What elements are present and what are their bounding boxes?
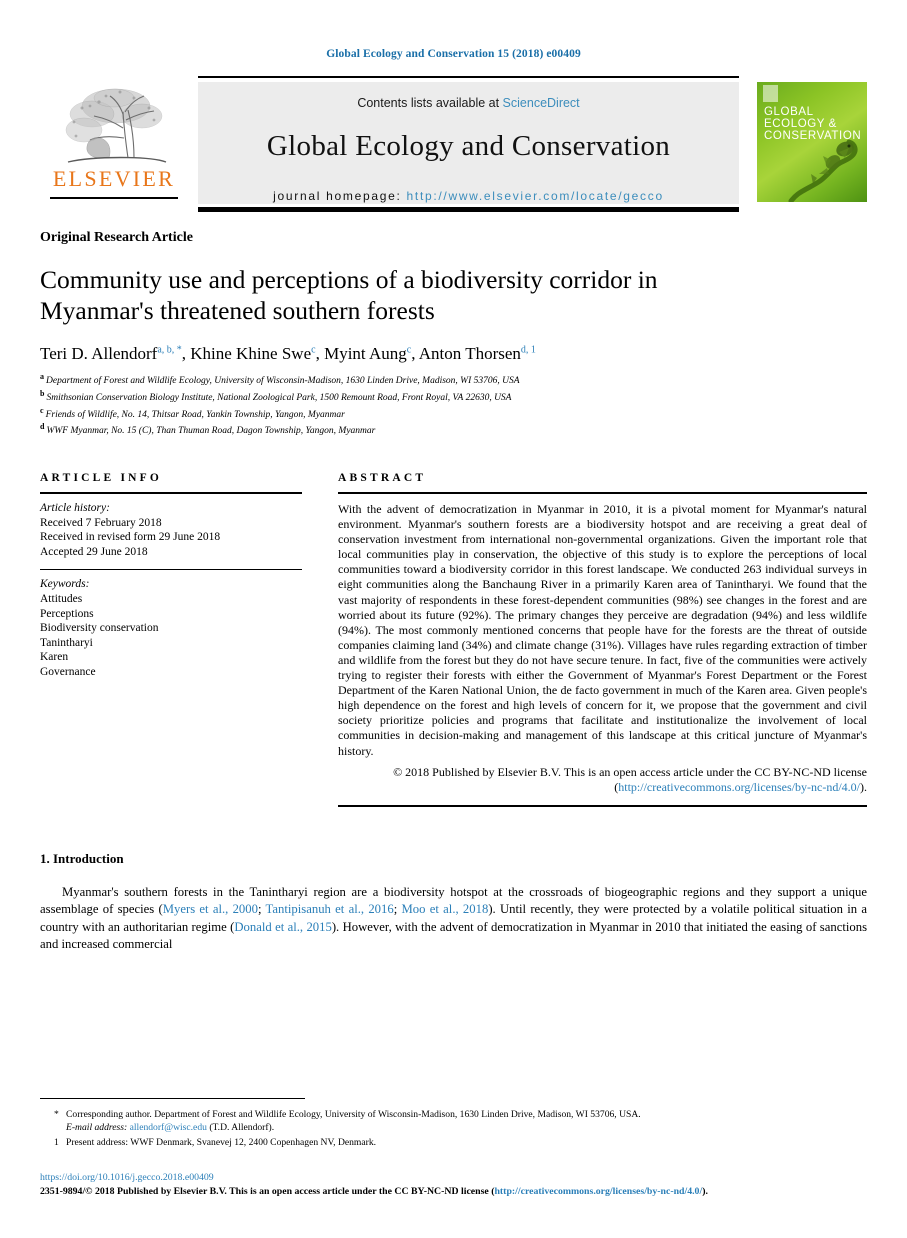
citation-link-donald[interactable]: Donald et al., 2015	[234, 920, 331, 934]
citation-link-moo[interactable]: Moo et al., 2018	[402, 902, 489, 916]
masthead-top-rule	[198, 76, 739, 78]
section-heading-introduction: 1. Introduction	[40, 850, 124, 866]
email-suffix: (T.D. Allendorf).	[209, 1121, 275, 1133]
contents-lists-line: Contents lists available at ScienceDirec…	[198, 82, 739, 110]
page-title: Community use and perceptions of a biodi…	[40, 265, 658, 325]
abstract-bottom-rule	[338, 804, 867, 807]
affiliation-text: WWF Myanmar, No. 15 (C), Than Thuman Roa…	[46, 426, 376, 437]
history-item: Received in revised form 29 June 2018	[40, 531, 221, 544]
affiliation-item: b Smithsonian Conservation Biology Instit…	[40, 388, 867, 405]
journal-cover-thumbnail: GLOBAL ECOLOGY & CONSERVATION	[757, 82, 867, 202]
footnote-present-address: 1 Present address: WWF Denmark, Svanevej…	[54, 1136, 867, 1149]
lizard-icon	[788, 139, 858, 202]
citation-link-tantipisanuh[interactable]: Tantipisanuh et al., 2016	[266, 902, 394, 916]
abstract-heading: ABSTRACT	[338, 472, 427, 484]
footnote-marker: *	[54, 1108, 59, 1120]
journal-title: Global Ecology and Conservation	[266, 130, 671, 162]
keyword-item: Tanintharyi	[40, 636, 93, 649]
keywords-block: Keywords: Attitudes Perceptions Biodiver…	[40, 570, 302, 679]
article-history-block: Article history: Received 7 February 201…	[40, 494, 302, 569]
author-affiliation-marks: a, b, *	[157, 344, 182, 356]
keyword-item: Attitudes	[40, 592, 83, 605]
author-list: Teri D. Allendorfa, b, *, Khine Khine Sw…	[40, 344, 536, 363]
keyword-item: Biodiversity conservation	[40, 622, 159, 635]
article-info-column: ARTICLE INFO Article history: Received 7…	[40, 472, 302, 807]
author-affiliation-marks: c	[406, 344, 412, 356]
author-name: Teri D. Allendorf	[40, 344, 158, 363]
affiliation-list: a Department of Forest and Wildlife Ecolo…	[40, 371, 867, 438]
affiliation-text: Friends of Wildlife, No. 14, Thitsar Roa…	[45, 409, 345, 420]
cc-license-link-footer[interactable]: http://creativecommons.org/licenses/by-n…	[494, 1186, 702, 1197]
history-item: Received 7 February 2018	[40, 516, 162, 529]
affiliation-item: a Department of Forest and Wildlife Ecolo…	[40, 371, 867, 388]
issn-copyright-line: 2351-9894/© 2018 Published by Elsevier B…	[40, 1185, 867, 1198]
imprint-block: https://doi.org/10.1016/j.gecco.2018.e00…	[40, 1171, 867, 1198]
footnote-text: Present address: WWF Denmark, Svanevej 1…	[66, 1136, 377, 1148]
author-name: Anton Thorsen	[418, 344, 521, 363]
article-type-label: Original Research Article	[40, 230, 193, 245]
elsevier-underline	[50, 197, 178, 199]
author-name: Khine Khine Swe	[190, 344, 312, 363]
masthead-bottom-rule	[198, 207, 739, 212]
author-affiliation-marks: d, 1	[520, 344, 536, 356]
journal-homepage-link[interactable]: http://www.elsevier.com/locate/gecco	[407, 189, 664, 203]
journal-header-box: Contents lists available at ScienceDirec…	[198, 82, 739, 204]
article-info-heading: ARTICLE INFO	[40, 472, 163, 484]
keywords-label: Keywords:	[40, 578, 90, 591]
affiliation-mark: c	[40, 405, 44, 415]
copyright-suffix: ).	[860, 779, 867, 794]
affiliation-text: Smithsonian Conservation Biology Institu…	[46, 392, 512, 403]
affiliation-text: Department of Forest and Wildlife Ecolog…	[46, 376, 520, 387]
footnote-corresponding-author: * Corresponding author. Department of Fo…	[54, 1108, 867, 1134]
elsevier-wordmark: ELSEVIER	[52, 166, 176, 191]
history-item: Accepted 29 June 2018	[40, 545, 148, 558]
cover-publisher-mark	[763, 85, 778, 102]
info-abstract-row: ARTICLE INFO Article history: Received 7…	[40, 472, 867, 807]
journal-homepage-line: journal homepage: http://www.elsevier.co…	[198, 189, 739, 203]
issn-suffix: ).	[702, 1185, 708, 1197]
journal-masthead: ELSEVIER Contents lists available at Sci…	[40, 76, 867, 212]
citation-separator: ;	[257, 902, 266, 917]
journal-article-page: Global Ecology and Conservation 15 (2018…	[0, 0, 907, 1238]
affiliation-mark: a	[40, 372, 44, 381]
issn-text: 2351-9894/© 2018 Published by Elsevier B…	[40, 1185, 495, 1197]
affiliation-mark: d	[40, 422, 45, 432]
citation-separator: ;	[393, 902, 402, 917]
cc-license-link[interactable]: http://creativecommons.org/licenses/by-n…	[618, 780, 860, 794]
footnote-text: Corresponding author. Department of Fore…	[66, 1108, 641, 1120]
affiliation-item: c Friends of Wildlife, No. 14, Thitsar Ro…	[40, 405, 867, 422]
keyword-item: Governance	[40, 665, 96, 678]
doi-link[interactable]: https://doi.org/10.1016/j.gecco.2018.e00…	[40, 1171, 867, 1184]
footnote-marker: 1	[54, 1136, 59, 1148]
affiliation-item: d WWF Myanmar, No. 15 (C), Than Thuman Ro…	[40, 421, 867, 438]
elsevier-tree-icon	[65, 88, 167, 163]
author-name: Myint Aung	[324, 344, 407, 363]
keyword-item: Perceptions	[40, 607, 94, 620]
homepage-label: journal homepage:	[273, 189, 402, 203]
abstract-body: With the advent of democratization in My…	[338, 494, 867, 759]
introduction-body: Myanmar's southern forests in the Tanint…	[40, 884, 867, 954]
abstract-text: With the advent of democratization in My…	[338, 502, 867, 758]
footnote-divider-rule	[40, 1097, 305, 1099]
footnote-list: * Corresponding author. Department of Fo…	[40, 1108, 867, 1150]
elsevier-logo: ELSEVIER	[40, 84, 188, 202]
introduction-paragraph: Myanmar's southern forests in the Tanint…	[40, 884, 867, 954]
citation-link-myers[interactable]: Myers et al., 2000	[163, 902, 258, 916]
footnote-area: * Corresponding author. Department of Fo…	[40, 1097, 867, 1198]
running-head: Global Ecology and Conservation 15 (2018…	[326, 48, 581, 60]
sciencedirect-link[interactable]: ScienceDirect	[503, 96, 580, 110]
email-label: E-mail address:	[66, 1121, 128, 1133]
author-email-link[interactable]: allendorf@wisc.edu	[130, 1122, 207, 1133]
keyword-item: Karen	[40, 651, 69, 664]
article-content: Original Research Article Community use …	[40, 230, 867, 953]
contents-prefix: Contents lists available at	[357, 96, 503, 110]
affiliation-mark: b	[40, 388, 45, 398]
abstract-copyright: © 2018 Published by Elsevier B.V. This i…	[338, 765, 867, 795]
author-affiliation-marks: c	[311, 344, 316, 356]
article-history-label: Article history:	[40, 502, 110, 514]
abstract-column: ABSTRACT With the advent of democratizat…	[338, 472, 867, 807]
